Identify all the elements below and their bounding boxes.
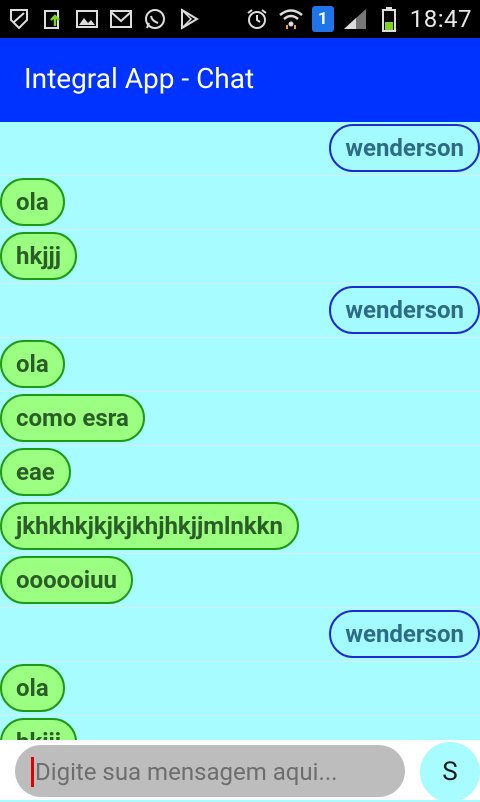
status-bar: 1 18:47 bbox=[0, 0, 480, 38]
notification-badge: 1 bbox=[311, 6, 334, 32]
message-row: wenderson bbox=[0, 284, 480, 338]
received-message-bubble[interactable]: ola bbox=[0, 340, 65, 388]
received-message-bubble[interactable]: eae bbox=[0, 448, 71, 496]
message-row: ola bbox=[0, 338, 480, 392]
battery-icon bbox=[376, 6, 402, 32]
received-message-bubble[interactable]: hkjjj bbox=[0, 718, 77, 740]
message-row: wenderson bbox=[0, 122, 480, 176]
message-row: eae bbox=[0, 446, 480, 500]
play-store-icon bbox=[176, 6, 202, 32]
text-cursor bbox=[31, 757, 34, 787]
clock: 18:47 bbox=[409, 5, 472, 33]
wifi-icon bbox=[278, 6, 304, 32]
chat-list[interactable]: wenderson ola hkjjj wenderson ola como esra ea… bbox=[0, 122, 480, 740]
sent-message-bubble[interactable]: wenderson bbox=[329, 610, 480, 658]
received-message-bubble[interactable]: oooooiuu bbox=[0, 556, 133, 604]
shield-icon bbox=[6, 6, 32, 32]
received-message-bubble[interactable]: ola bbox=[0, 664, 65, 712]
whatsapp-icon bbox=[142, 6, 168, 32]
sent-message-bubble[interactable]: wenderson bbox=[329, 124, 480, 172]
received-message-bubble[interactable]: como esra bbox=[0, 394, 145, 442]
message-row: ola bbox=[0, 176, 480, 230]
message-placeholder: Digite sua mensagem aqui... bbox=[35, 758, 338, 786]
app-title: Integral App - Chat bbox=[24, 62, 255, 95]
signal-icon bbox=[342, 6, 368, 32]
send-button[interactable]: S bbox=[420, 742, 480, 802]
sent-message-bubble[interactable]: wenderson bbox=[329, 286, 480, 334]
mail-icon bbox=[108, 6, 134, 32]
upload-icon bbox=[40, 6, 66, 32]
received-message-bubble[interactable]: jkhkhkjkjkjkhjhkjjmlnkkn bbox=[0, 502, 299, 550]
message-row: oooooiuu bbox=[0, 554, 480, 608]
alarm-icon bbox=[244, 6, 270, 32]
received-message-bubble[interactable]: hkjjj bbox=[0, 232, 77, 280]
composer: Digite sua mensagem aqui... S bbox=[0, 740, 480, 802]
message-row: ola bbox=[0, 662, 480, 716]
notification-icons bbox=[6, 6, 202, 32]
message-row: hkjjj bbox=[0, 230, 480, 284]
message-row: hkjjj bbox=[0, 716, 480, 740]
system-status: 1 18:47 bbox=[244, 4, 472, 34]
received-message-bubble[interactable]: ola bbox=[0, 178, 65, 226]
message-row: wenderson bbox=[0, 608, 480, 662]
message-input[interactable]: Digite sua mensagem aqui... bbox=[15, 745, 405, 797]
message-row: jkhkhkjkjkjkhjhkjjmlnkkn bbox=[0, 500, 480, 554]
app-bar: Integral App - Chat bbox=[0, 38, 480, 122]
message-row: como esra bbox=[0, 392, 480, 446]
image-icon bbox=[74, 6, 100, 32]
